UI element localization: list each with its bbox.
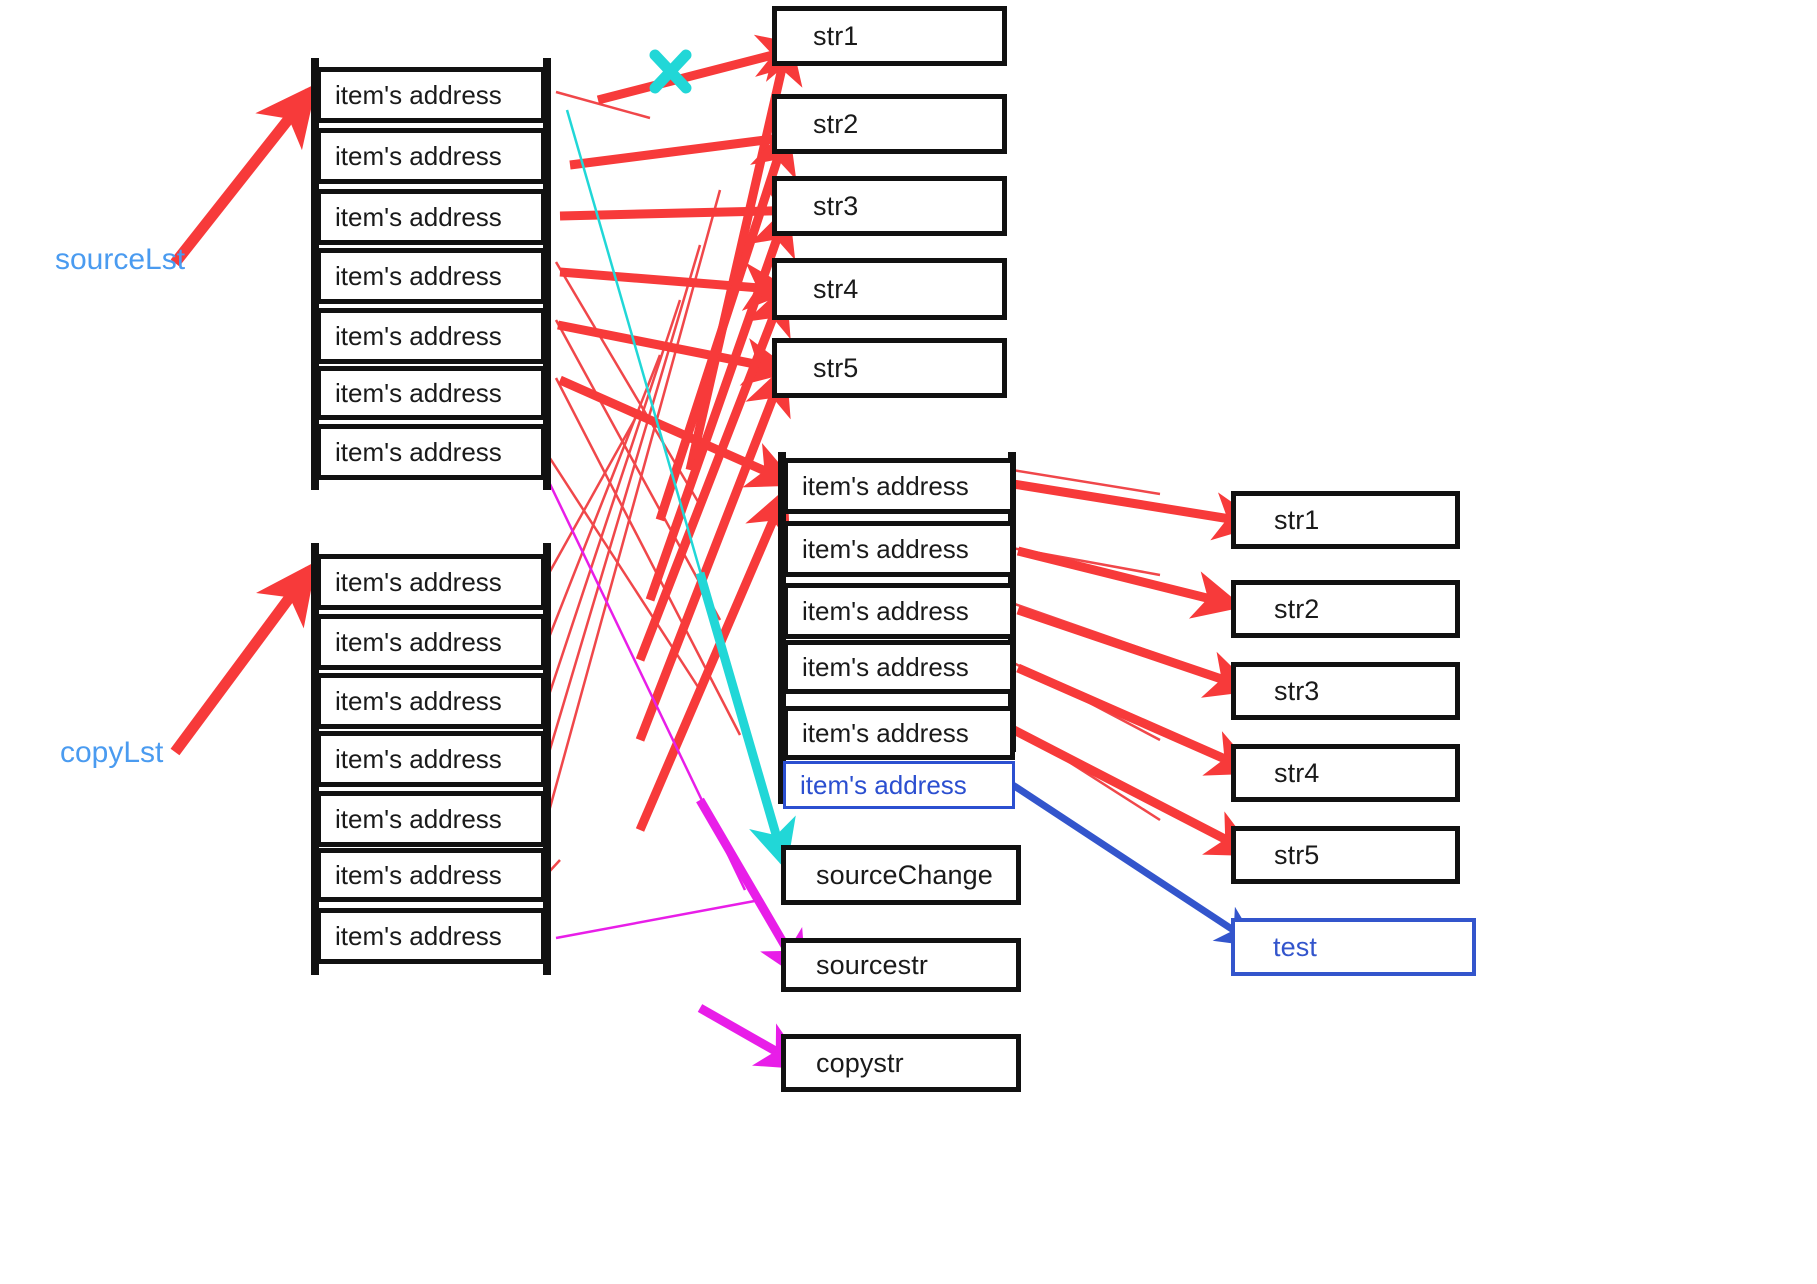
arrow-middle-to-rstr5 (1007, 724, 1258, 857)
sourcestr-box[interactable]: sourcestr (781, 938, 1021, 992)
copylst-cell-5-text: item's address (335, 859, 502, 890)
copylst-cell-4[interactable]: item's address (316, 791, 546, 847)
cross-mark-icon (649, 49, 692, 94)
diagram-canvas: sourceLst copyLst item's address item's … (0, 0, 1817, 1284)
label-copylst: copyLst (60, 736, 164, 769)
right-str-box-1[interactable]: str2 (1231, 580, 1460, 638)
arrow-middle-to-rstr1 (1012, 479, 1264, 541)
arrow-sourcelst-to-str3 (559, 186, 817, 236)
middlelist-cell-3-text: item's address (802, 651, 969, 682)
top-str-box-1-text: str2 (813, 108, 859, 139)
right-str-box-2[interactable]: str3 (1231, 662, 1460, 720)
right-str-box-4[interactable]: str5 (1231, 826, 1460, 884)
right-str-box-2-text: str3 (1274, 675, 1320, 706)
top-str-box-2[interactable]: str3 (772, 176, 1007, 236)
label-sourcelst: sourceLst (55, 243, 186, 276)
top-str-box-4-text: str5 (813, 352, 859, 383)
top-str-box-3-text: str4 (813, 273, 859, 304)
sourcestr-text: sourcestr (816, 949, 928, 980)
copylst-cell-6[interactable]: item's address (316, 908, 546, 964)
middlelist-cell-0-text: item's address (802, 470, 969, 501)
thin-connectors-middle-list (999, 466, 1161, 822)
sourcelst-cell-2-text: item's address (335, 201, 502, 232)
right-str-box-3[interactable]: str4 (1231, 744, 1460, 802)
right-str-box-1-text: str2 (1274, 593, 1320, 624)
copylst-cell-2[interactable]: item's address (316, 673, 546, 729)
copystr-box[interactable]: copystr (781, 1034, 1021, 1092)
right-str-box-4-text: str5 (1274, 839, 1320, 870)
test-box-text: test (1273, 931, 1317, 962)
middlelist-cell-2-text: item's address (802, 595, 969, 626)
right-str-box-3-text: str4 (1274, 757, 1320, 788)
sourcelst-cell-5-text: item's address (335, 377, 502, 408)
sourcelst-cell-6-text: item's address (335, 436, 502, 467)
copystr-text: copystr (816, 1047, 904, 1078)
top-str-box-1[interactable]: str2 (772, 94, 1007, 154)
sourcelst-cell-4[interactable]: item's address (316, 308, 546, 364)
top-str-box-3[interactable]: str4 (772, 258, 1007, 320)
sourcelst-cell-1[interactable]: item's address (316, 128, 546, 184)
arrow-sourcelst-to-str4 (559, 262, 794, 311)
arrow-magenta-to-sourcestr (522, 429, 807, 983)
copylst-cell-0[interactable]: item's address (316, 554, 546, 610)
sourcelst-cell-3-text: item's address (335, 260, 502, 291)
arrow-middle-to-rstr3 (1016, 605, 1257, 698)
right-str-box-0[interactable]: str1 (1231, 491, 1460, 549)
sourcechange-box[interactable]: sourceChange (781, 845, 1021, 905)
middlelist-cell-2[interactable]: item's address (783, 583, 1015, 639)
copylst-cell-4-text: item's address (335, 803, 502, 834)
copylst-cell-1[interactable]: item's address (316, 614, 546, 670)
copylst-cell-1-text: item's address (335, 626, 502, 657)
arrow-copylst-to-str4 (635, 283, 791, 662)
middlelist-cell-4-text: item's address (802, 717, 969, 748)
copylst-cell-0-text: item's address (335, 566, 502, 597)
middlelist-cell-5-text: item's address (800, 769, 967, 800)
top-str-box-2-text: str3 (813, 190, 859, 221)
label-arrow-sourcelst (170, 83, 317, 267)
test-box[interactable]: test (1231, 918, 1476, 976)
copylst-cell-3[interactable]: item's address (316, 731, 546, 787)
arrow-middle-to-rstr2 (1016, 546, 1244, 619)
sourcelst-cell-1-text: item's address (335, 140, 502, 171)
copylst-cell-5[interactable]: item's address (316, 848, 546, 902)
top-str-box-0-text: str1 (813, 20, 859, 51)
sourcelst-cell-5[interactable]: item's address (316, 366, 546, 420)
thin-connectors-sourcelst (531, 90, 742, 736)
sourcelst-cell-2[interactable]: item's address (316, 189, 546, 245)
arrow-copylst-to-str2 (655, 124, 797, 522)
right-str-box-0-text: str1 (1274, 504, 1320, 535)
sourcelst-cell-4-text: item's address (335, 320, 502, 351)
arrow-sourcelst-to-str5 (557, 320, 794, 386)
sourcelst-cell-0-text: item's address (335, 79, 502, 110)
copylst-cell-3-text: item's address (335, 743, 502, 774)
arrow-middle-to-rstr4 (1016, 663, 1259, 776)
label-arrow-copylst (170, 561, 317, 756)
arrow-magenta-to-copystr (555, 898, 808, 1070)
middlelist-cell-0[interactable]: item's address (783, 458, 1015, 514)
middlelist-cell-5[interactable]: item's address (783, 761, 1015, 809)
middlelist-cell-1-text: item's address (802, 533, 969, 564)
arrow-copylst-to-str5 (635, 363, 791, 742)
middlelist-cell-4[interactable]: item's address (783, 706, 1015, 760)
middlelist-cell-1[interactable]: item's address (783, 521, 1015, 577)
middlelist-cell-3[interactable]: item's address (783, 640, 1015, 694)
sourcelst-cell-3[interactable]: item's address (316, 248, 546, 304)
sourcelst-cell-6[interactable]: item's address (316, 424, 546, 480)
arrow-copylst-to-str3 (645, 204, 796, 602)
copylst-cell-6-text: item's address (335, 920, 502, 951)
thin-connectors-copylst (546, 189, 722, 874)
top-str-box-0[interactable]: str1 (772, 6, 1007, 66)
arrow-sourcelst-to-str1 (596, 34, 809, 105)
arrow-copylst-to-middle-list (635, 486, 790, 832)
sourcelst-cell-0[interactable]: item's address (316, 67, 546, 123)
copylst-cell-2-text: item's address (335, 685, 502, 716)
arrow-sourcelst-to-middle-list (558, 375, 799, 488)
sourcechange-text: sourceChange (816, 859, 993, 890)
arrow-cyan-to-sourcechange (565, 109, 796, 871)
top-str-box-4[interactable]: str5 (772, 338, 1007, 398)
arrow-blue-to-test (988, 767, 1259, 947)
